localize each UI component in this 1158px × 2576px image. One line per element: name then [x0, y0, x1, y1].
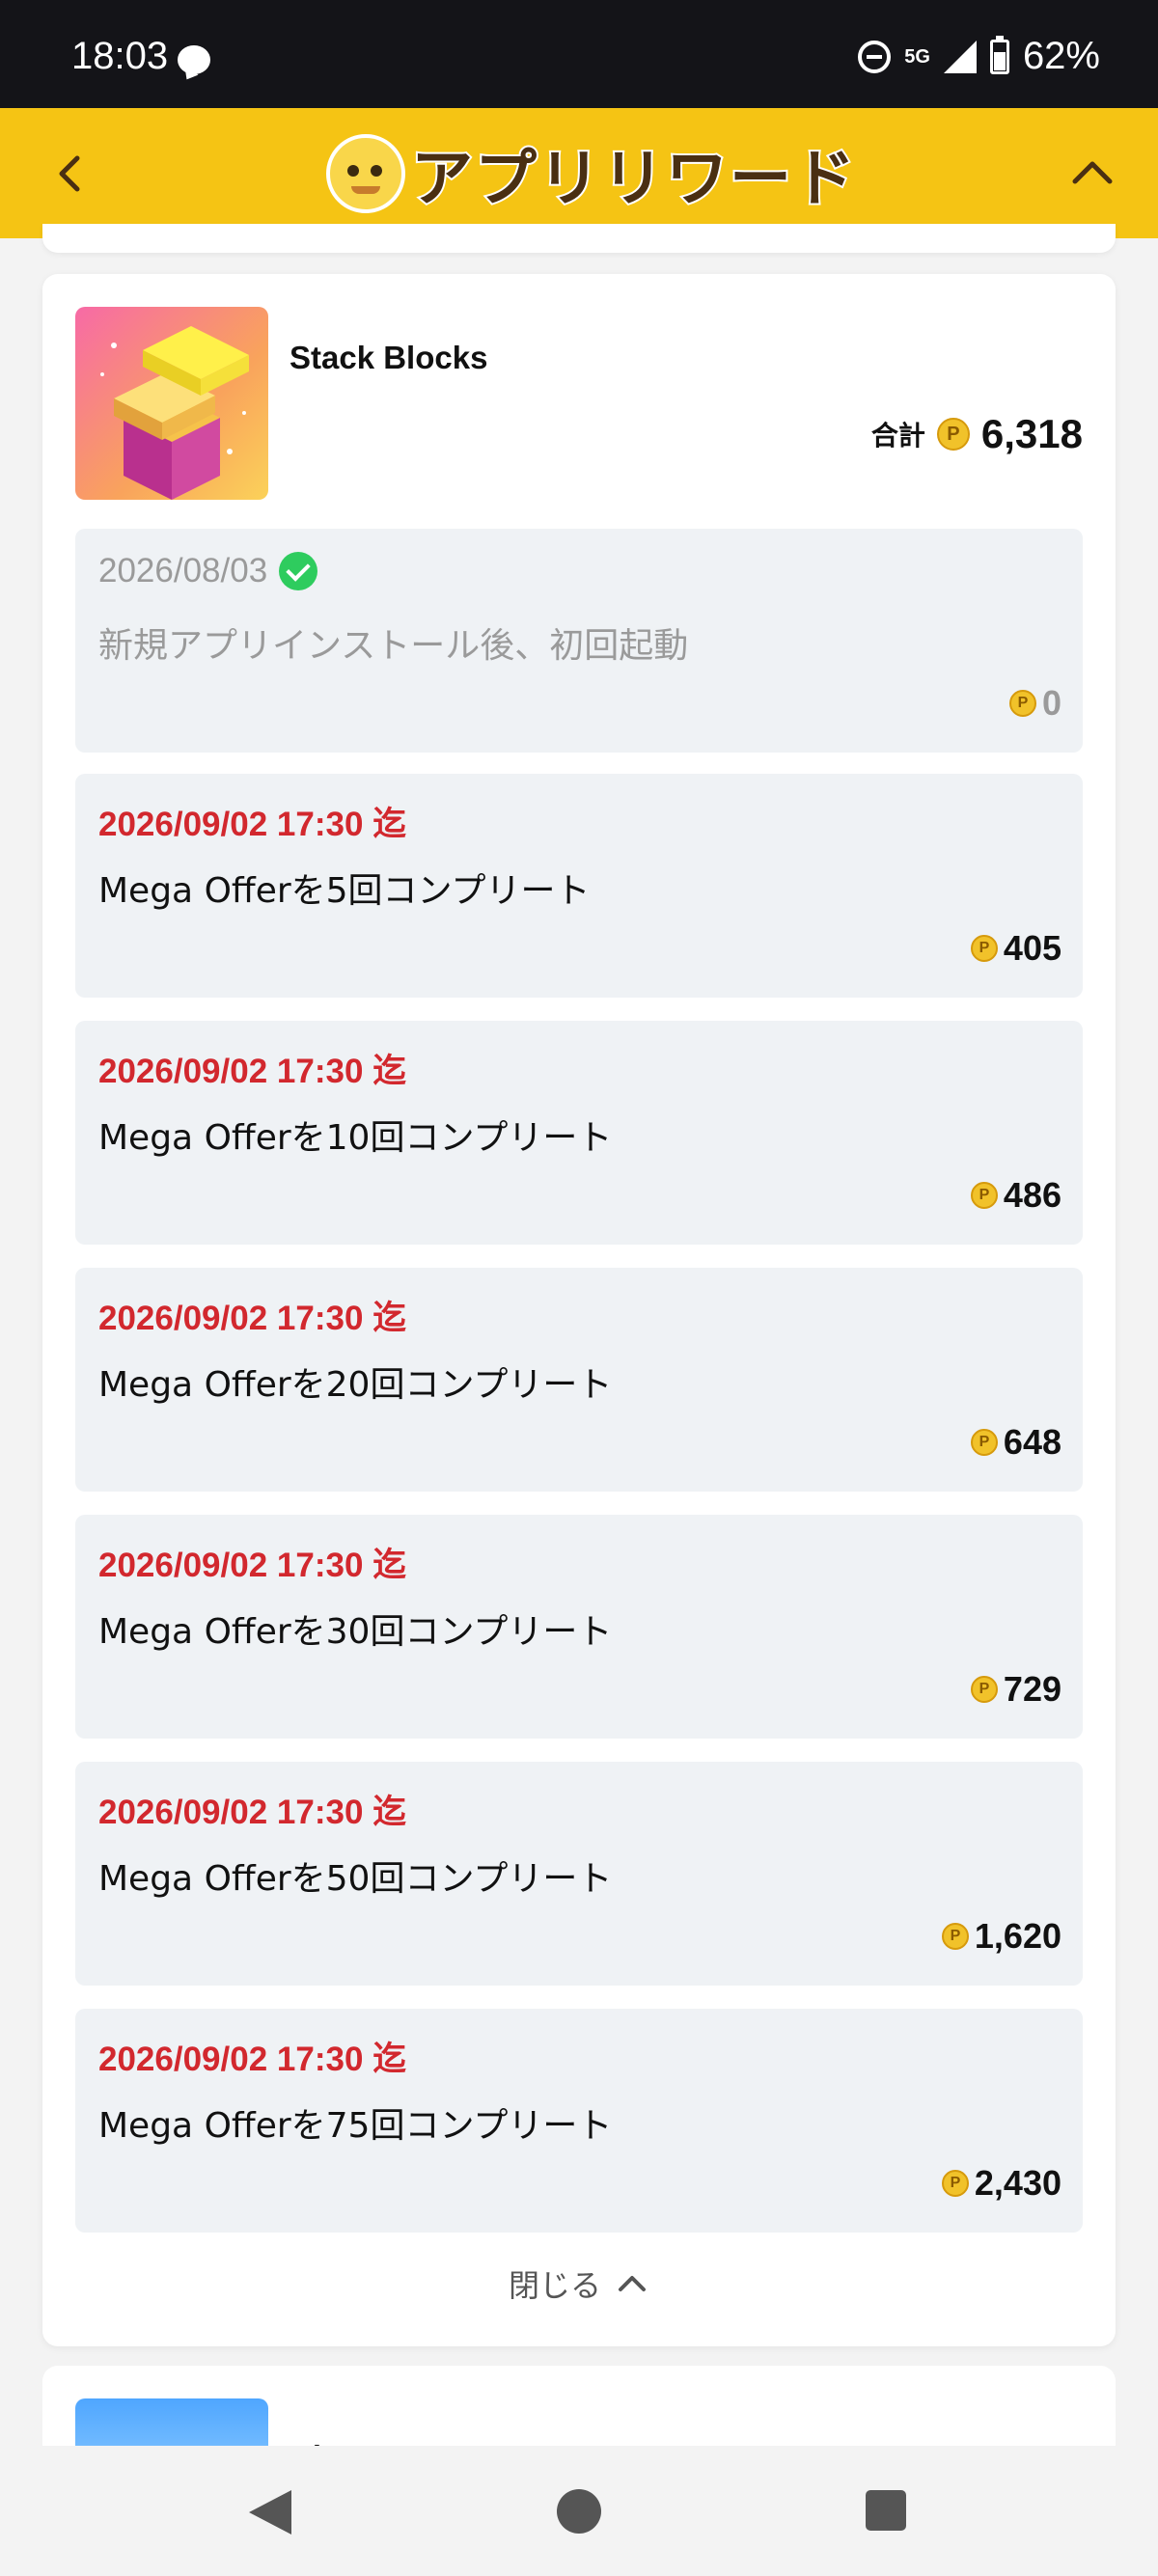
chevron-up-icon	[619, 2276, 646, 2291]
reward-item[interactable]: 2026/09/02 17:30 迄 Mega Offerを5回コンプリート P…	[75, 774, 1083, 998]
network-type: 5G	[904, 45, 930, 68]
reward-points: P 405	[970, 928, 1062, 969]
status-right-group: 5G 62%	[858, 35, 1100, 78]
total-value: 6,318	[980, 411, 1083, 456]
reward-description: Mega Offerを75回コンプリート	[98, 2106, 613, 2146]
reward-points-value: 0	[1041, 683, 1062, 723]
app-logo: アプリリワード	[326, 129, 857, 218]
reward-deadline: 2026/09/02 17:30 迄	[98, 1300, 407, 1337]
reward-points: P 0	[1008, 683, 1062, 724]
reward-deadline: 2026/09/02 17:30 迄	[98, 2041, 407, 2078]
reward-points-value: 486	[1003, 1175, 1062, 1215]
completed-check-icon	[279, 552, 318, 590]
reward-deadline: 2026/09/02 17:30 迄	[98, 1547, 407, 1584]
reward-item[interactable]: 2026/08/03 新規アプリインストール後、初回起動 P 0	[75, 529, 1083, 753]
previous-card-edge	[42, 224, 1116, 253]
point-coin-icon: P	[970, 935, 998, 962]
system-nav-bar	[0, 2446, 1158, 2576]
reward-item[interactable]: 2026/09/02 17:30 迄 Mega Offerを30回コンプリート …	[75, 1515, 1083, 1739]
reward-deadline: 2026/09/02 17:30 迄	[98, 1053, 407, 1090]
nav-home-icon[interactable]	[557, 2489, 601, 2534]
reward-points: P 729	[970, 1669, 1062, 1710]
reward-description: Mega Offerを10回コンプリート	[98, 1118, 613, 1158]
point-coin-icon: P	[1008, 690, 1036, 717]
reward-item[interactable]: 2026/09/02 17:30 迄 Mega Offerを75回コンプリート …	[75, 2009, 1083, 2233]
do-not-disturb-icon	[858, 40, 892, 73]
reward-points: P 1,620	[941, 1916, 1062, 1957]
offer-card: Stack Blocks 合計 P 6,318 2026/08/03 新規アプリ…	[42, 274, 1116, 2346]
reward-deadline: 2026/09/02 17:30 迄	[98, 806, 407, 843]
battery-fill	[993, 51, 1006, 70]
reward-points-value: 729	[1003, 1669, 1062, 1709]
bee-mascot-icon	[326, 134, 405, 213]
reward-points: P 2,430	[941, 2163, 1062, 2204]
nav-recents-icon[interactable]	[866, 2490, 906, 2531]
point-coin-icon: P	[970, 1676, 998, 1703]
battery-icon	[989, 35, 1009, 74]
total-points: 合計 P 6,318	[871, 411, 1083, 457]
app-header: アプリリワード	[0, 108, 1158, 238]
total-label: 合計	[870, 420, 925, 452]
collapse-chevron-up-icon[interactable]	[1065, 147, 1119, 201]
reward-points-value: 2,430	[974, 2163, 1062, 2203]
back-chevron-icon[interactable]	[44, 147, 98, 201]
battery-percent: 62%	[1022, 35, 1100, 77]
reward-item[interactable]: 2026/09/02 17:30 迄 Mega Offerを20回コンプリート …	[75, 1268, 1083, 1492]
reward-description: Mega Offerを30回コンプリート	[98, 1612, 613, 1652]
reward-date-row: 2026/08/03	[98, 552, 318, 590]
point-coin-icon: P	[970, 1182, 998, 1209]
reward-points: P 648	[970, 1422, 1062, 1463]
status-time-group: 18:03	[71, 35, 211, 78]
status-time: 18:03	[71, 35, 169, 77]
logo-text: アプリリワード	[409, 142, 857, 217]
app-thumbnail[interactable]	[75, 307, 268, 500]
reward-description: Mega Offerを5回コンプリート	[98, 871, 591, 911]
point-coin-icon: P	[941, 1923, 969, 1950]
reward-item[interactable]: 2026/09/02 17:30 迄 Mega Offerを50回コンプリート …	[75, 1762, 1083, 1986]
reward-date: 2026/08/03	[98, 552, 268, 589]
reward-deadline: 2026/09/02 17:30 迄	[98, 1794, 407, 1831]
point-coin-icon: P	[936, 418, 970, 451]
reward-points-value: 648	[1003, 1422, 1062, 1462]
reward-description: Mega Offerを20回コンプリート	[98, 1365, 613, 1405]
reward-description: 新規アプリインストール後、初回起動	[98, 626, 689, 666]
close-button[interactable]: 閉じる	[42, 2261, 1116, 2306]
reward-item[interactable]: 2026/09/02 17:30 迄 Mega Offerを10回コンプリート …	[75, 1021, 1083, 1245]
reward-points-value: 1,620	[974, 1916, 1062, 1956]
point-coin-icon: P	[941, 2170, 969, 2197]
reward-points-value: 405	[1003, 928, 1062, 968]
reward-description: Mega Offerを50回コンプリート	[98, 1859, 613, 1899]
reward-points: P 486	[970, 1175, 1062, 1216]
point-coin-icon: P	[970, 1429, 998, 1456]
nav-back-icon[interactable]	[249, 2490, 291, 2535]
stack-blocks-art-icon	[100, 326, 249, 500]
close-label: 閉じる	[508, 2267, 601, 2304]
status-bar: 18:03 5G 62%	[0, 0, 1158, 108]
app-title: Stack Blocks	[290, 340, 488, 375]
signal-icon	[943, 40, 977, 73]
message-notification-icon	[178, 44, 211, 74]
